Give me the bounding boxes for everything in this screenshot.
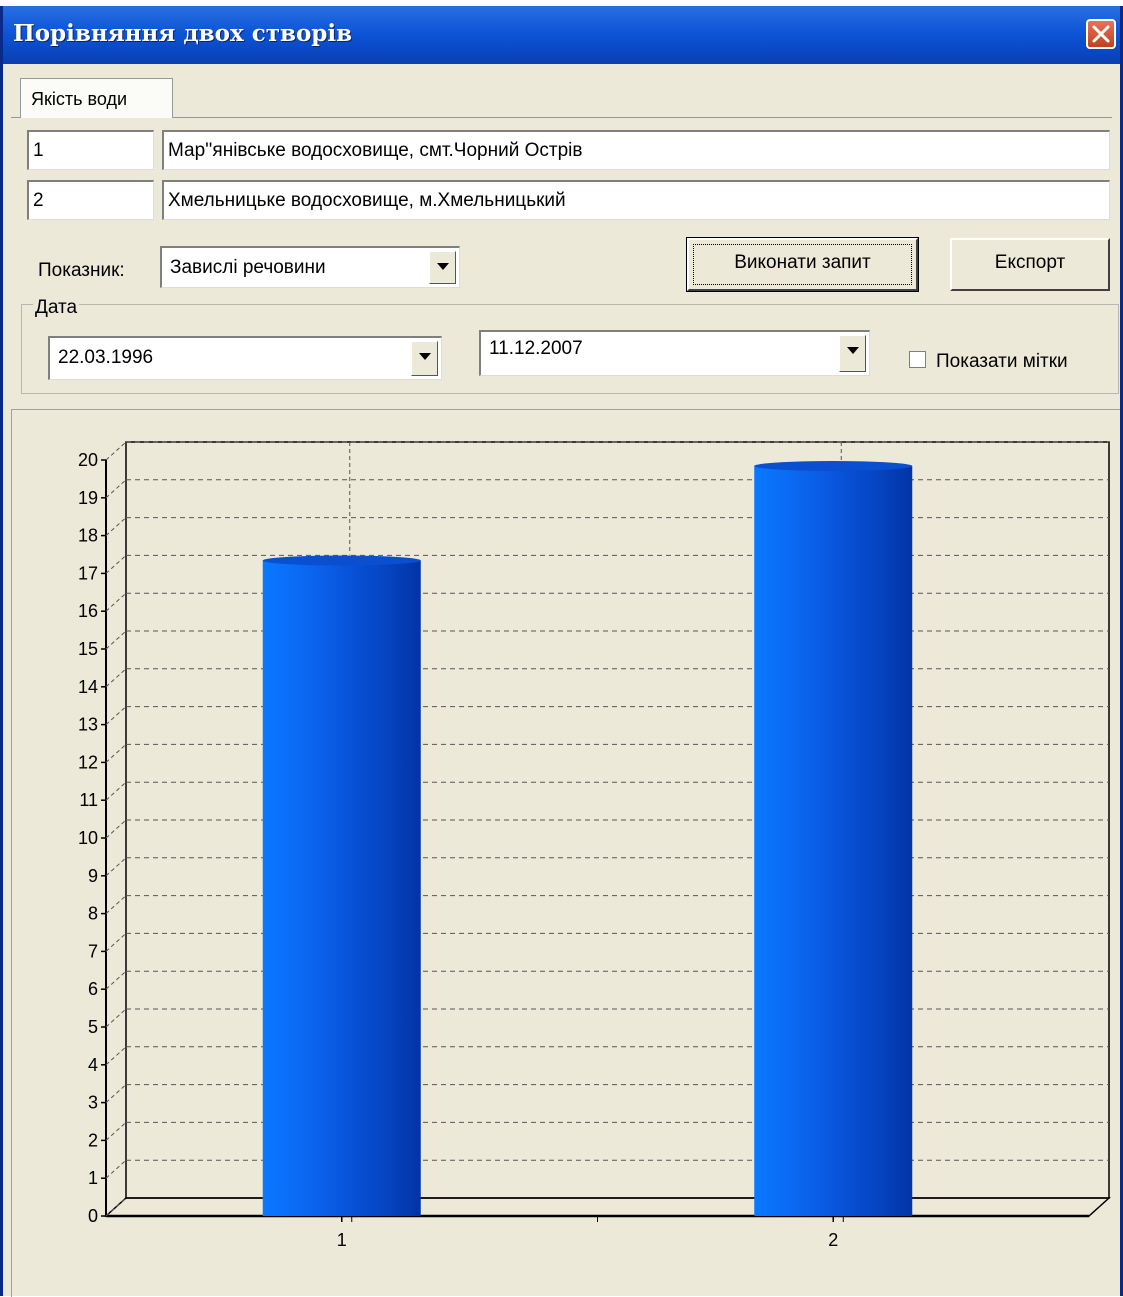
x-tick-label: 2 bbox=[828, 1230, 838, 1250]
tab-water-quality[interactable]: Якість води bbox=[20, 78, 173, 118]
y-tick-label: 12 bbox=[78, 752, 98, 772]
site-1-code-field[interactable]: 1 bbox=[27, 130, 154, 170]
bar-top bbox=[754, 461, 913, 471]
y-tick-label: 14 bbox=[78, 677, 98, 697]
y-grid-side bbox=[105, 1084, 127, 1103]
chevron-down-icon bbox=[419, 353, 431, 360]
y-tick-label: 8 bbox=[88, 904, 98, 924]
close-button[interactable] bbox=[1086, 19, 1116, 49]
indicator-select[interactable]: Завислі речовини bbox=[160, 246, 460, 288]
chevron-down-icon bbox=[437, 263, 449, 270]
tab-label: Якість води bbox=[31, 89, 128, 109]
y-tick-label: 15 bbox=[78, 639, 98, 659]
y-grid-side bbox=[105, 933, 127, 952]
show-labels-label: Показати мітки bbox=[936, 351, 1068, 372]
y-grid-side bbox=[105, 441, 127, 461]
close-icon bbox=[1092, 25, 1110, 43]
y-grid-side bbox=[105, 1159, 127, 1179]
y-tick-label: 2 bbox=[88, 1130, 98, 1150]
title-bar[interactable]: Порівняння двох створів bbox=[3, 6, 1120, 64]
y-grid-side bbox=[105, 895, 127, 914]
chevron-down-icon bbox=[847, 347, 859, 354]
indicator-label: Показник: bbox=[38, 260, 125, 281]
y-grid-side bbox=[105, 555, 127, 574]
site-2-name-field[interactable]: Хмельницьке водосховище, м.Хмельницький bbox=[162, 180, 1110, 220]
y-tick-label: 0 bbox=[88, 1206, 98, 1226]
y-tick-label: 1 bbox=[88, 1168, 98, 1188]
bar-top bbox=[262, 555, 421, 566]
date-from-dropdown-button[interactable] bbox=[411, 341, 438, 376]
y-grid-side bbox=[105, 970, 127, 990]
y-tick-label: 20 bbox=[78, 450, 98, 470]
date-from-value: 22.03.1996 bbox=[58, 347, 154, 368]
y-grid-side bbox=[105, 479, 127, 499]
x-tick-label: 1 bbox=[337, 1230, 347, 1250]
y-grid-side bbox=[105, 1008, 127, 1028]
indicator-value: Завислі речовини bbox=[170, 257, 326, 278]
bar-chart: 012345678910111213141516171819201 2 bbox=[78, 441, 1111, 1250]
y-grid-side bbox=[105, 857, 127, 877]
y-grid-side bbox=[105, 1046, 127, 1066]
date-to-dropdown-button[interactable] bbox=[839, 335, 866, 372]
y-tick-label: 16 bbox=[78, 601, 98, 621]
comparison-window: Порівняння двох створів Якість води 1 Ма… bbox=[0, 6, 1123, 1297]
floor bbox=[104, 1197, 1111, 1217]
export-label: Експорт bbox=[994, 252, 1066, 273]
y-tick-label: 7 bbox=[88, 941, 98, 961]
plot-area: 012345678910111213141516171819201 2 bbox=[78, 441, 1111, 1250]
site-1-name-field[interactable]: Мар''янівське водосховище, смт.Чорний Ос… bbox=[162, 130, 1110, 170]
y-grid-side bbox=[105, 706, 127, 725]
y-grid-side bbox=[105, 517, 127, 536]
y-tick-label: 10 bbox=[78, 828, 98, 848]
y-grid-side bbox=[105, 592, 127, 612]
y-grid-side bbox=[105, 744, 127, 763]
execute-query-label: Виконати запит bbox=[734, 252, 871, 273]
y-grid-side bbox=[105, 630, 127, 650]
y-grid-side bbox=[105, 781, 127, 801]
y-tick-label: 9 bbox=[88, 866, 98, 886]
y-tick-label: 19 bbox=[78, 488, 98, 508]
y-tick-label: 11 bbox=[79, 790, 98, 810]
date-to-select[interactable]: 11.12.2007 bbox=[479, 330, 870, 376]
y-grid-side bbox=[105, 1122, 127, 1141]
y-tick-label: 5 bbox=[88, 1017, 98, 1037]
y-tick-label: 6 bbox=[88, 979, 98, 999]
execute-query-button[interactable]: Виконати запит bbox=[686, 237, 919, 292]
date-to-value: 11.12.2007 bbox=[489, 338, 583, 359]
tab-strip-line bbox=[11, 117, 1112, 118]
y-tick-label: 13 bbox=[78, 715, 98, 735]
date-group-title: Дата bbox=[33, 297, 80, 319]
y-grid-side bbox=[105, 819, 127, 839]
bar bbox=[262, 560, 421, 1216]
date-from-select[interactable]: 22.03.1996 bbox=[48, 336, 442, 380]
y-tick-label: 17 bbox=[78, 563, 98, 583]
window-title: Порівняння двох створів bbox=[13, 20, 353, 47]
y-tick-label: 18 bbox=[78, 526, 98, 546]
site-2-code-field[interactable]: 2 bbox=[27, 180, 154, 220]
y-tick-label: 4 bbox=[88, 1055, 98, 1075]
y-tick-label: 3 bbox=[88, 1093, 98, 1113]
export-button[interactable]: Експорт bbox=[950, 238, 1110, 291]
show-labels-checkbox[interactable] bbox=[909, 351, 926, 368]
chart-panel: 0 1 2 3 4 5 6 7 8 9 10 11 12 13 14 15 16 17 18 19 20 1 2 bbox=[11, 409, 1120, 1297]
bar bbox=[754, 466, 913, 1216]
indicator-dropdown-button[interactable] bbox=[429, 251, 456, 284]
y-grid-side bbox=[105, 668, 127, 688]
